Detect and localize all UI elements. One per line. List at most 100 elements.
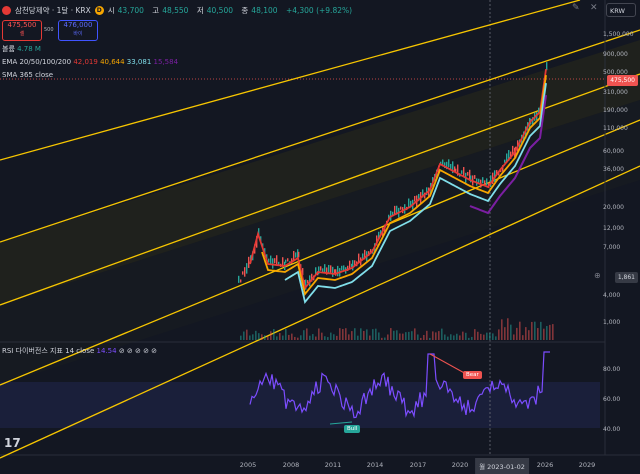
time-label: 2008 xyxy=(282,461,300,469)
price-axis-label: 36,000 xyxy=(603,166,624,173)
volume-bar xyxy=(396,330,398,340)
volume-bar xyxy=(324,336,326,340)
volume-bar xyxy=(351,331,353,340)
volume-bar xyxy=(339,328,341,340)
volume-bar xyxy=(546,326,548,340)
tradingview-logo-icon[interactable]: 17 xyxy=(4,436,21,450)
volume-bar xyxy=(534,321,536,340)
volume-bar xyxy=(372,329,374,340)
price-axis-label: 7,000 xyxy=(603,244,621,251)
volume-bar xyxy=(516,327,518,340)
candle xyxy=(408,198,410,208)
volume-bar xyxy=(525,327,527,340)
chart-canvas[interactable] xyxy=(0,0,640,473)
volume-bar xyxy=(504,327,506,340)
volume-bar xyxy=(360,328,362,340)
rsi-axis-40: 40.00 xyxy=(603,426,621,433)
spread-value: 500 xyxy=(44,27,54,33)
company-logo-icon xyxy=(2,6,11,15)
sell-button[interactable]: 475,500 셀 xyxy=(2,20,42,41)
crosshair-price-tag: 1,861 xyxy=(614,272,638,283)
volume-bar xyxy=(453,335,455,340)
volume-bars xyxy=(240,318,554,340)
candle xyxy=(272,258,274,269)
volume-bar xyxy=(423,334,425,340)
volume-bar xyxy=(285,329,287,340)
volume-bar xyxy=(480,333,482,340)
close-icon[interactable]: ✕ xyxy=(590,3,598,13)
candle xyxy=(246,263,248,274)
price-axis-label: 1,500,000 xyxy=(603,31,634,38)
bull-marker[interactable]: Bull xyxy=(344,425,361,433)
time-label: 2014 xyxy=(366,461,384,469)
volume-bar xyxy=(270,331,272,340)
volume-bar xyxy=(438,331,440,340)
candle xyxy=(242,271,244,275)
currency-select[interactable]: KRW xyxy=(606,3,636,17)
volume-bar xyxy=(252,334,254,340)
volume-bar xyxy=(258,333,260,340)
sma-legend[interactable]: SMA 365 close xyxy=(2,72,53,79)
volume-legend[interactable]: 볼륨 4.78 M xyxy=(2,46,41,53)
ema-legend[interactable]: EMA 20/50/100/200 42,019 40,644 33,081 1… xyxy=(2,59,178,66)
volume-bar xyxy=(447,336,449,340)
price-axis-label: 310,000 xyxy=(603,89,628,96)
add-alert-icon[interactable]: ⊕ xyxy=(594,271,601,280)
volume-bar xyxy=(291,333,293,340)
volume-bar xyxy=(303,330,305,340)
rsi-legend[interactable]: RSI 다이버전스 지표 14 close 14.54 ⊘ ⊘ ⊘ ⊘ ⊘ xyxy=(2,348,157,355)
volume-bar xyxy=(543,328,545,340)
volume-bar xyxy=(321,332,323,340)
volume-bar xyxy=(408,331,410,340)
volume-bar xyxy=(369,335,371,340)
volume-bar xyxy=(240,335,242,340)
volume-bar xyxy=(510,324,512,340)
volume-bar xyxy=(501,319,503,340)
volume-bar xyxy=(474,329,476,340)
candle xyxy=(504,159,506,163)
volume-bar xyxy=(294,336,296,340)
volume-bar xyxy=(255,330,257,340)
pin-icon[interactable]: ✎ xyxy=(572,3,580,13)
volume-bar xyxy=(345,328,347,340)
volume-bar xyxy=(381,337,383,340)
candle xyxy=(352,260,354,271)
symbol-title[interactable]: 삼천당제약 · 1달 · KRX xyxy=(15,7,91,15)
volume-bar xyxy=(477,331,479,340)
volume-bar xyxy=(393,330,395,340)
buy-button[interactable]: 476,000 바이 xyxy=(58,20,98,41)
volume-bar xyxy=(465,332,467,340)
candle xyxy=(270,255,272,264)
price-axis-label: 20,000 xyxy=(603,204,624,211)
candle xyxy=(320,266,322,271)
volume-bar xyxy=(471,336,473,340)
volume-bar xyxy=(300,335,302,340)
volume-bar xyxy=(411,331,413,340)
volume-bar xyxy=(249,335,251,340)
candle xyxy=(248,256,250,268)
time-label: 2011 xyxy=(324,461,342,469)
volume-bar xyxy=(513,334,515,340)
candle xyxy=(295,252,297,258)
volume-bar xyxy=(363,330,365,340)
volume-bar xyxy=(375,328,377,340)
volume-bar xyxy=(354,328,356,340)
candle xyxy=(448,159,450,168)
settings-icons[interactable]: ⊘ ⊘ ⊘ ⊘ ⊘ xyxy=(119,347,157,355)
volume-bar xyxy=(459,335,461,340)
volume-bar xyxy=(444,334,446,340)
interval-badge: D xyxy=(94,6,104,15)
bear-marker[interactable]: Bear xyxy=(463,371,482,379)
candle xyxy=(478,178,480,183)
volume-bar xyxy=(306,328,308,340)
volume-bar xyxy=(435,332,437,340)
volume-bar xyxy=(486,332,488,340)
candle xyxy=(546,62,548,71)
candle xyxy=(474,175,476,179)
volume-bar xyxy=(552,324,554,340)
volume-bar xyxy=(261,334,263,340)
volume-bar xyxy=(384,337,386,340)
volume-bar xyxy=(537,328,539,340)
volume-bar xyxy=(405,332,407,340)
volume-bar xyxy=(342,328,344,340)
